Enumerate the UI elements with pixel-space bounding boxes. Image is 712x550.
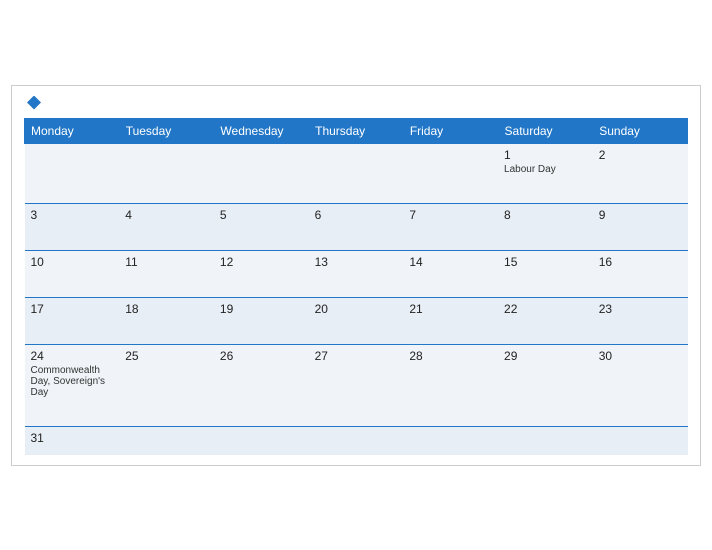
weekday-header: Monday — [25, 118, 120, 143]
calendar-cell: 4 — [119, 203, 214, 250]
calendar-cell: 19 — [214, 297, 309, 344]
calendar-cell: 8 — [498, 203, 593, 250]
calendar-cell — [214, 143, 309, 203]
calendar-cell: 1 Labour Day — [498, 143, 593, 203]
calendar-cell: 28 — [403, 344, 498, 426]
weekday-header: Tuesday — [119, 118, 214, 143]
calendar-cell: 16 — [593, 250, 688, 297]
day-number: 10 — [31, 255, 114, 269]
weekday-header: Friday — [403, 118, 498, 143]
weekday-header-row: MondayTuesdayWednesdayThursdayFridaySatu… — [25, 118, 688, 143]
calendar-cell: 2 — [593, 143, 688, 203]
event-label: Commonwealth Day, Sovereign's Day — [31, 365, 114, 398]
calendar-cell: 15 — [498, 250, 593, 297]
weekday-header: Thursday — [309, 118, 404, 143]
calendar-cell — [593, 426, 688, 455]
calendar-cell — [25, 143, 120, 203]
calendar-cell: 9 — [593, 203, 688, 250]
calendar-cell: 5 — [214, 203, 309, 250]
day-number: 8 — [504, 208, 587, 222]
calendar-cell — [498, 426, 593, 455]
day-number: 24 — [31, 349, 114, 363]
calendar-cell — [309, 143, 404, 203]
calendar-cell: 24 Commonwealth Day, Sovereign's Day — [25, 344, 120, 426]
calendar-cell — [214, 426, 309, 455]
calendar-cell: 27 — [309, 344, 404, 426]
calendar-cell: 25 — [119, 344, 214, 426]
day-number: 7 — [409, 208, 492, 222]
day-number: 18 — [125, 302, 208, 316]
day-number: 12 — [220, 255, 303, 269]
day-number: 29 — [504, 349, 587, 363]
event-label: Labour Day — [504, 164, 587, 175]
calendar-week-row: 1 Labour Day 2 — [25, 143, 688, 203]
calendar-cell: 3 — [25, 203, 120, 250]
weekday-header: Sunday — [593, 118, 688, 143]
calendar: MondayTuesdayWednesdayThursdayFridaySatu… — [11, 85, 701, 466]
calendar-cell: 13 — [309, 250, 404, 297]
day-number: 6 — [315, 208, 398, 222]
calendar-cell: 6 — [309, 203, 404, 250]
day-number: 5 — [220, 208, 303, 222]
calendar-cell: 26 — [214, 344, 309, 426]
day-number: 20 — [315, 302, 398, 316]
calendar-cell: 7 — [403, 203, 498, 250]
calendar-cell — [119, 143, 214, 203]
weekday-header: Wednesday — [214, 118, 309, 143]
calendar-cell: 18 — [119, 297, 214, 344]
day-number: 1 — [504, 148, 587, 162]
calendar-cell: 17 — [25, 297, 120, 344]
calendar-cell: 23 — [593, 297, 688, 344]
calendar-week-row: 24 Commonwealth Day, Sovereign's Day 25 26 2… — [25, 344, 688, 426]
calendar-week-row: 17 18 19 20 21 22 23 — [25, 297, 688, 344]
calendar-cell: 21 — [403, 297, 498, 344]
calendar-cell: 31 — [25, 426, 120, 455]
calendar-cell: 29 — [498, 344, 593, 426]
day-number: 15 — [504, 255, 587, 269]
day-number: 21 — [409, 302, 492, 316]
calendar-cell — [309, 426, 404, 455]
day-number: 13 — [315, 255, 398, 269]
calendar-week-row: 31 — [25, 426, 688, 455]
calendar-cell — [403, 426, 498, 455]
day-number: 30 — [599, 349, 682, 363]
day-number: 16 — [599, 255, 682, 269]
day-number: 19 — [220, 302, 303, 316]
day-number: 23 — [599, 302, 682, 316]
calendar-week-row: 10 11 12 13 14 15 16 — [25, 250, 688, 297]
calendar-table: MondayTuesdayWednesdayThursdayFridaySatu… — [24, 118, 688, 455]
day-number: 11 — [125, 255, 208, 269]
day-number: 26 — [220, 349, 303, 363]
calendar-cell: 20 — [309, 297, 404, 344]
day-number: 4 — [125, 208, 208, 222]
calendar-cell: 22 — [498, 297, 593, 344]
day-number: 25 — [125, 349, 208, 363]
calendar-cell: 12 — [214, 250, 309, 297]
day-number: 27 — [315, 349, 398, 363]
day-number: 17 — [31, 302, 114, 316]
day-number: 14 — [409, 255, 492, 269]
calendar-header — [24, 96, 688, 110]
day-number: 2 — [599, 148, 682, 162]
logo-flag-icon — [27, 96, 41, 110]
calendar-cell: 14 — [403, 250, 498, 297]
logo — [24, 96, 41, 110]
calendar-cell — [119, 426, 214, 455]
calendar-cell: 10 — [25, 250, 120, 297]
calendar-cell: 30 — [593, 344, 688, 426]
calendar-week-row: 3456789 — [25, 203, 688, 250]
day-number: 28 — [409, 349, 492, 363]
weekday-header: Saturday — [498, 118, 593, 143]
day-number: 31 — [31, 431, 114, 445]
calendar-cell: 11 — [119, 250, 214, 297]
calendar-cell — [403, 143, 498, 203]
day-number: 9 — [599, 208, 682, 222]
day-number: 3 — [31, 208, 114, 222]
day-number: 22 — [504, 302, 587, 316]
